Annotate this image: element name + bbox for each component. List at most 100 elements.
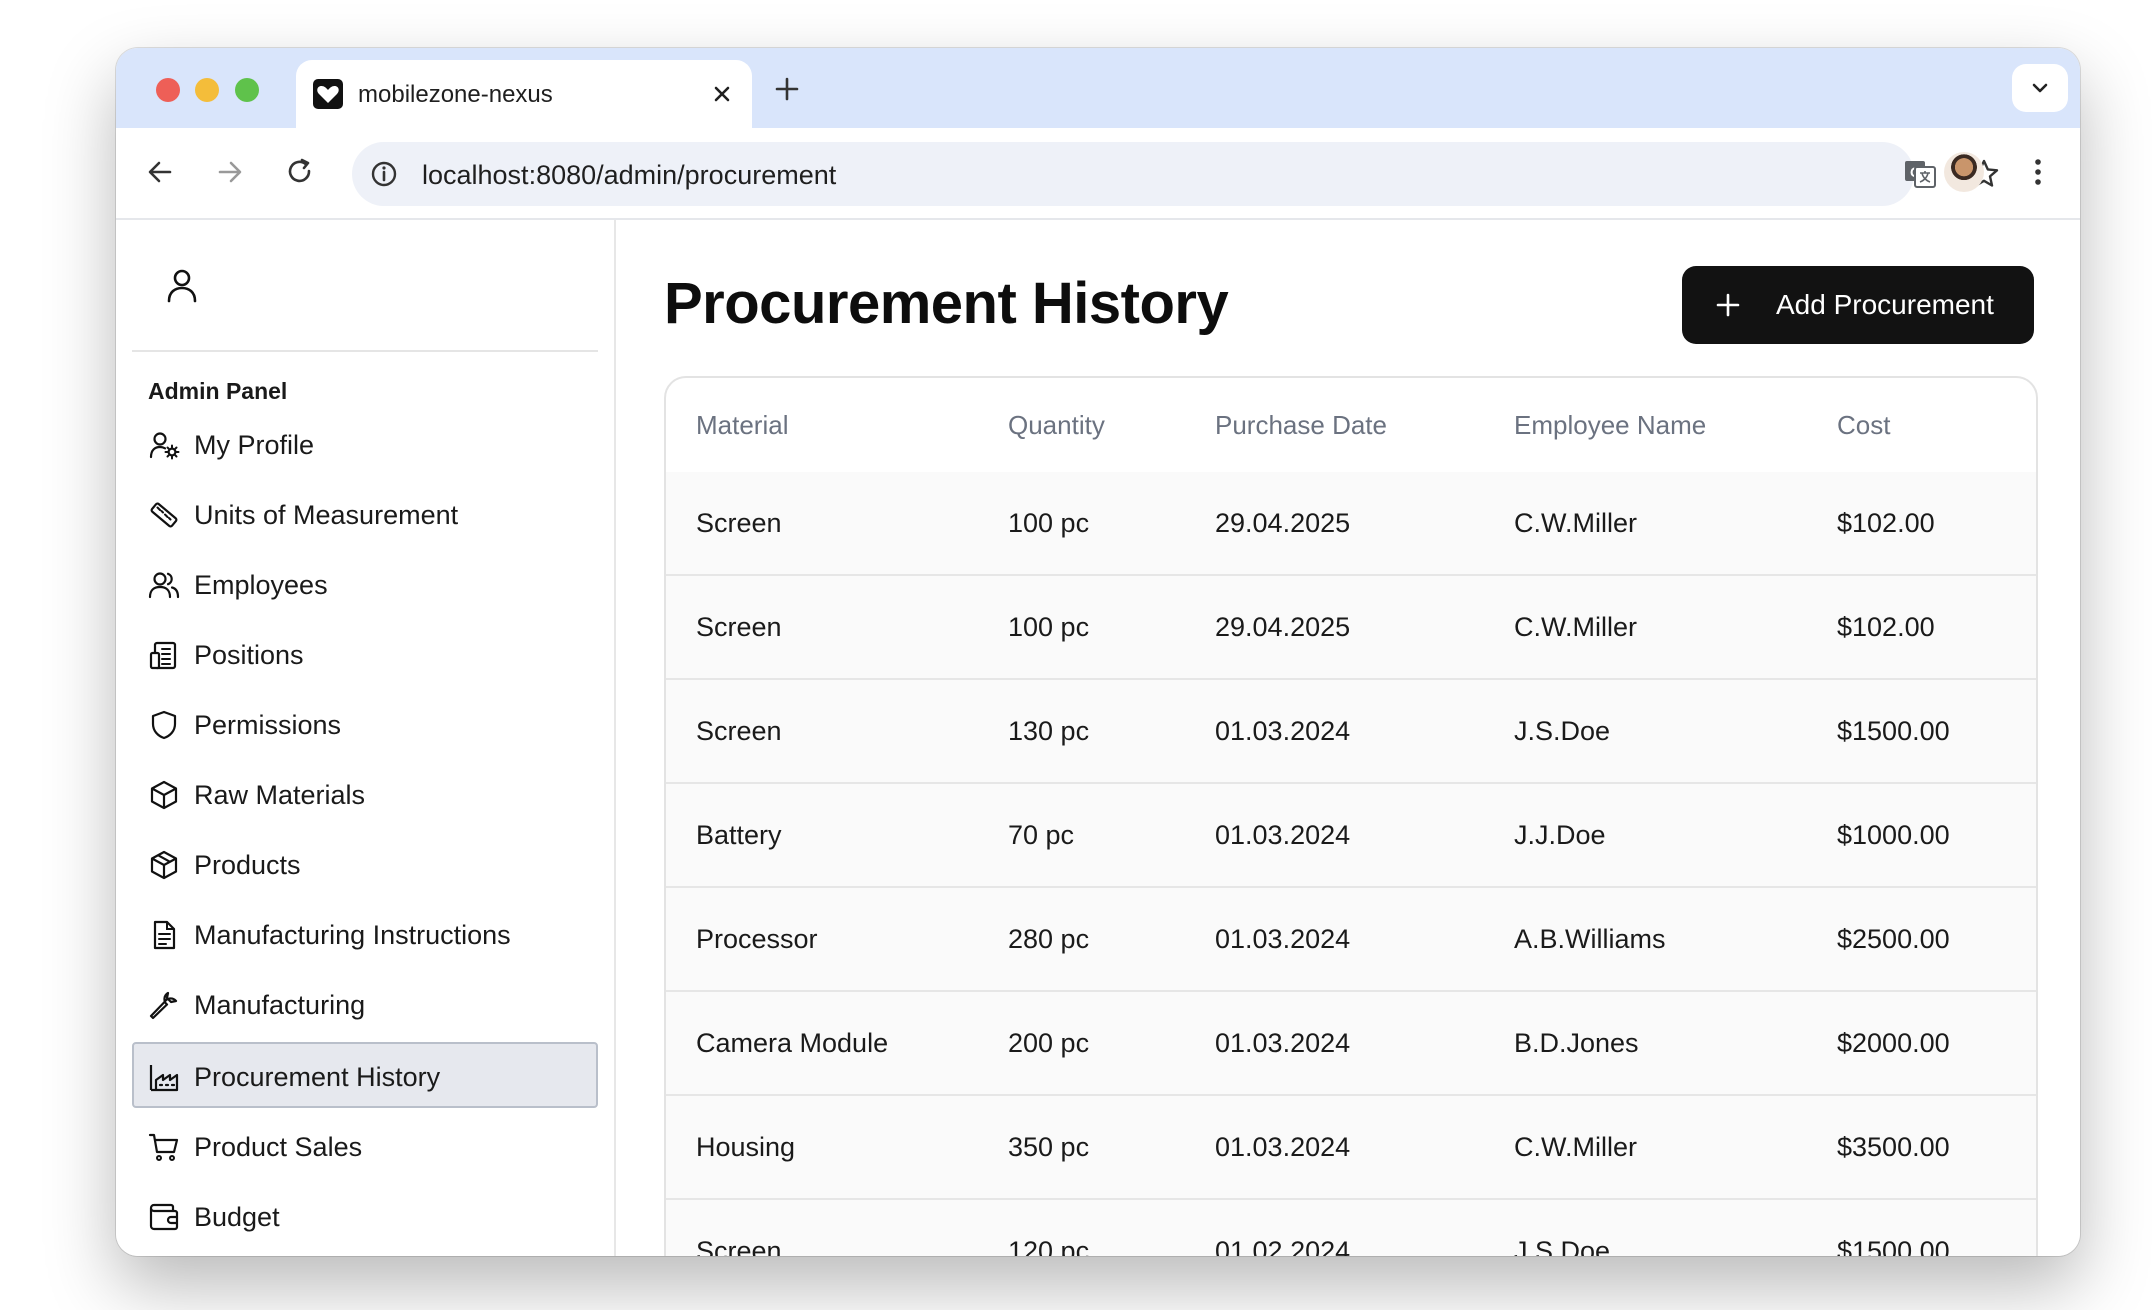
purchase-date-cell: 29.04.2025 [1215,508,1351,538]
quantity-cell: 100 pc [1008,612,1090,642]
sidebar-heading: Admin Panel [148,378,288,404]
purchase-date-cell: 01.02.2024 [1215,1236,1351,1256]
sidebar-item-label: Procurement History [194,1062,441,1092]
table-row[interactable]: Camera Module 200 pc 01.03.2024 B.D.Jone… [666,992,2036,1096]
sidebar-item-manufacturing-instructions[interactable]: Manufacturing Instructions [132,900,598,966]
sidebar-item-budget[interactable]: Budget [132,1182,598,1248]
sidebar-item-positions[interactable]: Positions [132,620,598,686]
material-cell: Screen [696,716,782,746]
forward-arrow-icon[interactable] [212,154,248,190]
profile-avatar[interactable] [1944,152,1984,192]
sidebar-item-procurement-history[interactable]: Procurement History [132,1042,598,1108]
employee-name-cell: J.S.Doe [1514,716,1611,746]
sidebar-item-label: My Profile [194,430,315,460]
cost-cell: $3500.00 [1837,1132,1950,1162]
procurement-table: Material Quantity Purchase Date Employee… [664,376,2038,1256]
browser-window: mobilezone-nexus localhost:8080/admin/pr… [116,48,2080,1256]
box-icon [150,780,178,810]
sidebar-item-units-of-measurement[interactable]: Units of Measurement [132,480,598,546]
column-header-cost[interactable]: Cost [1837,410,1890,441]
material-cell: Screen [696,508,782,538]
table-row[interactable]: Screen 100 pc 29.04.2025 C.W.Miller $102… [666,472,2036,576]
purchase-date-cell: 01.03.2024 [1215,924,1351,954]
reload-icon[interactable] [282,154,318,190]
material-cell: Battery [696,820,782,850]
column-header-purchase-date[interactable]: Purchase Date [1215,410,1387,441]
column-header-material[interactable]: Material [696,410,788,441]
sidebar-item-raw-materials[interactable]: Raw Materials [132,760,598,826]
sidebar-item-manufacturing[interactable]: Manufacturing [132,970,598,1036]
cost-cell: $1500.00 [1837,716,1950,746]
close-tab-icon[interactable] [706,78,738,110]
sidebar-item-label: Products [194,850,301,880]
address-bar[interactable]: localhost:8080/admin/procurement G [352,142,1999,206]
maximize-window-button[interactable] [235,78,259,102]
sidebar-item-label: Manufacturing Instructions [194,920,511,950]
file-text-icon [153,920,176,950]
sidebar-item-employees[interactable]: Employees [132,550,598,616]
close-window-button[interactable] [156,78,180,102]
back-arrow-icon[interactable] [142,154,178,190]
cost-cell: $1500.00 [1837,1236,1950,1256]
cost-cell: $2000.00 [1837,1028,1950,1058]
wrench-icon [149,991,178,1020]
table-row[interactable]: Screen 130 pc 01.03.2024 J.S.Doe $1500.0… [666,680,2036,784]
browser-tab[interactable]: mobilezone-nexus [296,60,752,128]
table-row[interactable]: Housing 350 pc 01.03.2024 C.W.Miller $35… [666,1096,2036,1200]
sidebar-item-label: Manufacturing [194,990,366,1020]
sidebar-item-label: Units of Measurement [194,500,459,530]
users-icon [148,572,180,599]
add-procurement-button[interactable]: Add Procurement [1682,266,2034,344]
plus-icon [1716,293,1740,317]
quantity-cell: 100 pc [1008,508,1090,538]
translate-icon[interactable]: G [1902,156,1938,192]
wallet-icon [149,1203,179,1231]
table-row[interactable]: Processor 280 pc 01.03.2024 A.B.Williams… [666,888,2036,992]
purchase-date-cell: 29.04.2025 [1215,612,1351,642]
material-cell: Processor [696,924,818,954]
table-header: Material Quantity Purchase Date Employee… [666,378,2036,474]
add-procurement-label: Add Procurement [1776,289,1994,320]
minimize-window-button[interactable] [195,78,219,102]
quantity-cell: 70 pc [1008,820,1075,850]
material-cell: Housing [696,1132,796,1162]
sidebar-item-products[interactable]: Products [132,830,598,896]
sidebar-item-my-profile[interactable]: My Profile [132,410,598,476]
employee-name-cell: J.J.Doe [1514,820,1606,850]
column-header-employee-name[interactable]: Employee Name [1514,410,1706,441]
tab-bar: mobilezone-nexus [116,48,2080,128]
new-tab-icon[interactable] [770,72,804,106]
sidebar-item-product-sales[interactable]: Product Sales [132,1112,598,1178]
user-cog-icon [149,432,180,460]
sidebar-item-label: Raw Materials [194,780,366,810]
sidebar-item-label: Positions [194,640,304,670]
heart-favicon-icon [313,79,343,109]
purchase-date-cell: 01.03.2024 [1215,1028,1351,1058]
chevron-down-icon [2032,83,2048,93]
table-row[interactable]: Battery 70 pc 01.03.2024 J.J.Doe $1000.0… [666,784,2036,888]
table-row[interactable]: Screen 100 pc 29.04.2025 C.W.Miller $102… [666,576,2036,680]
shield-icon [151,710,177,740]
sidebar-divider [132,350,598,352]
browser-toolbar: localhost:8080/admin/procurement G [116,128,2080,220]
url-text[interactable]: localhost:8080/admin/procurement [422,160,836,191]
admin-sidebar: Admin Panel My Profile Units of Measurem… [116,220,616,1256]
tab-title: mobilezone-nexus [358,81,553,108]
sidebar-item-permissions[interactable]: Permissions [132,690,598,756]
site-info-icon[interactable] [368,158,400,190]
column-header-quantity[interactable]: Quantity [1008,410,1105,441]
more-options-icon[interactable] [2020,154,2056,190]
employee-name-cell: C.W.Miller [1514,508,1637,538]
material-cell: Screen [696,1236,782,1256]
employee-name-cell: C.W.Miller [1514,612,1637,642]
sidebar-item-label: Product Sales [194,1132,363,1162]
shopping-cart-icon [148,1133,179,1161]
material-cell: Screen [696,612,782,642]
cost-cell: $2500.00 [1837,924,1950,954]
sidebar-item-label: Budget [194,1202,280,1232]
user-icon[interactable] [160,264,204,308]
quantity-cell: 130 pc [1008,716,1090,746]
cost-cell: $1000.00 [1837,820,1950,850]
table-row[interactable]: Screen 120 pc 01.02.2024 J.S.Doe $1500.0… [666,1200,2036,1256]
tab-search-button[interactable] [2012,64,2068,112]
